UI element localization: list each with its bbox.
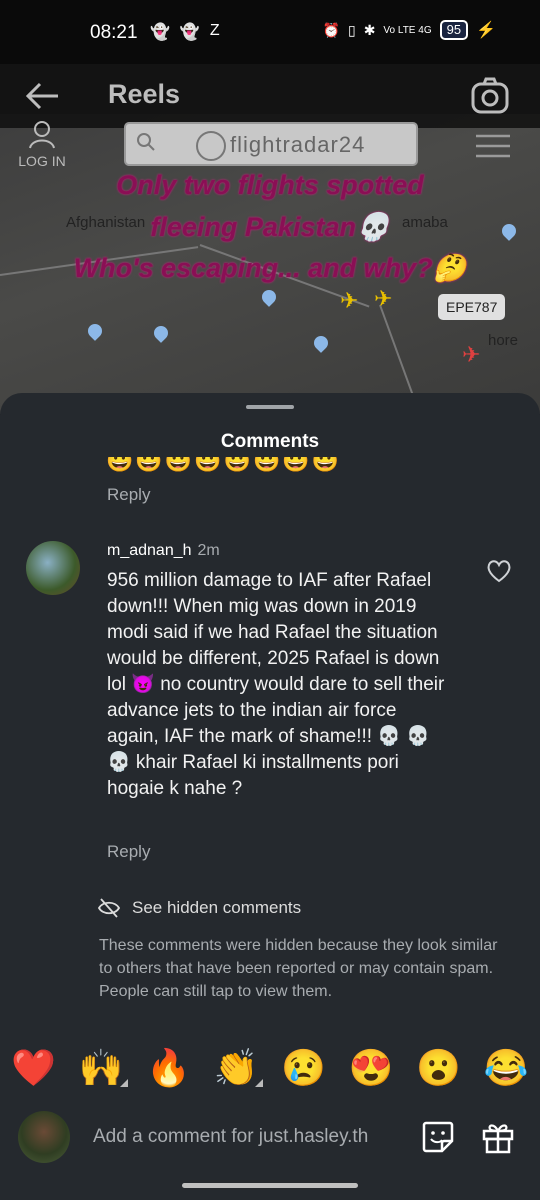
z-app-icon: Z: [209, 22, 220, 39]
drag-handle[interactable]: [246, 405, 294, 409]
plane-icon: ✈: [340, 288, 359, 313]
avatar[interactable]: [26, 541, 80, 595]
status-bar: 08:21 👻 👻 Z ⏰ ▯ ✱ Vo LTE 4G 95 ⚡: [0, 0, 540, 64]
comment-header: m_adnan_h 2m: [107, 542, 220, 560]
back-arrow-icon[interactable]: [22, 78, 62, 114]
system-icons: ⏰ ▯ ✱ Vo LTE 4G 95 ⚡: [323, 20, 496, 40]
notification-icons: 👻 👻 Z: [150, 22, 220, 42]
login-button: LOG IN: [14, 120, 70, 169]
overlay-caption-line: Only two flights spotted: [116, 170, 424, 200]
snapchat-icon: 👻: [150, 24, 170, 41]
eye-slash-icon: [98, 898, 120, 918]
status-time: 08:21: [90, 22, 138, 43]
user-icon: [29, 121, 55, 149]
reel-video[interactable]: Reels LOG IN flightradar24 Afghanistan a…: [0, 64, 540, 414]
charging-icon: ⚡: [476, 22, 496, 39]
hamburger-menu-icon: [476, 134, 510, 158]
comment-time: 2m: [197, 542, 220, 559]
reaction-heart-eyes[interactable]: 😍: [349, 1047, 394, 1089]
plane-icon: ✈: [374, 286, 393, 311]
comment-text: 956 million damage to IAF after Rafael d…: [107, 570, 445, 799]
skin-tone-indicator-icon: [254, 1079, 263, 1087]
current-user-avatar: [18, 1111, 70, 1163]
comment-input[interactable]: Add a comment for just.hasley.th: [93, 1126, 403, 1148]
reply-button[interactable]: Reply: [107, 842, 150, 862]
comments-sheet: Comments 😀😀😀😀😀😀😀😀 Reply m_adnan_h 2m 956 …: [0, 393, 540, 1200]
reply-button[interactable]: Reply: [107, 485, 150, 505]
reel-header: [0, 64, 540, 128]
gift-icon[interactable]: [480, 1119, 516, 1155]
vibrate-icon: ▯: [347, 21, 356, 38]
login-label: LOG IN: [18, 153, 66, 169]
like-heart-icon[interactable]: [486, 559, 512, 583]
see-hidden-label: See hidden comments: [132, 898, 302, 917]
flight-tag: EPE787: [438, 294, 506, 320]
reaction-surprised[interactable]: 😮: [416, 1047, 461, 1089]
search-icon: [137, 133, 155, 151]
reaction-clap[interactable]: 👏: [213, 1047, 263, 1089]
flightradar-logo-icon: [196, 131, 226, 161]
hidden-comments-description: These comments were hidden because they …: [99, 937, 498, 1000]
see-hidden-comments-button[interactable]: See hidden comments: [98, 898, 301, 918]
reaction-crying[interactable]: 😢: [281, 1047, 326, 1089]
snapchat-icon: 👻: [179, 24, 200, 41]
plane-icon: ✈: [462, 342, 481, 367]
overlay-caption-line: Who's escaping... and why?🤔: [73, 253, 467, 283]
reaction-emoji: 🙌: [78, 1047, 124, 1088]
map-label: hore: [488, 332, 519, 349]
camera-icon[interactable]: [470, 76, 510, 116]
comment-composer: Add a comment for just.hasley.th: [0, 1101, 540, 1163]
reaction-emoji: 👏: [213, 1047, 259, 1088]
home-indicator: [182, 1183, 358, 1188]
alarm-icon: ⏰: [322, 21, 340, 38]
sticker-icon[interactable]: [420, 1119, 456, 1155]
flightradar-search: flightradar24: [124, 122, 418, 166]
bluetooth-icon: ✱: [363, 21, 376, 38]
skin-tone-indicator-icon: [119, 1079, 128, 1087]
reaction-fire[interactable]: 🔥: [146, 1047, 191, 1089]
reaction-heart[interactable]: ❤️: [11, 1047, 56, 1089]
comment-username[interactable]: m_adnan_h: [107, 542, 192, 559]
network-label: Vo LTE 4G: [383, 24, 432, 36]
reaction-laughing[interactable]: 😂: [484, 1047, 529, 1089]
flightradar-brand: flightradar24: [230, 132, 366, 157]
page-title: Reels: [108, 79, 181, 109]
previous-comment-emojis: 😀😀😀😀😀😀😀😀: [106, 457, 342, 473]
sheet-title: Comments: [220, 431, 320, 452]
quick-reactions-bar: ❤️ 🙌 🔥 👏 😢 😍 😮 😂: [0, 1043, 540, 1093]
reaction-raised-hands[interactable]: 🙌: [78, 1047, 128, 1089]
overlay-caption-line: fleeing Pakistan💀: [150, 212, 390, 242]
battery-icon: 95: [439, 20, 469, 40]
